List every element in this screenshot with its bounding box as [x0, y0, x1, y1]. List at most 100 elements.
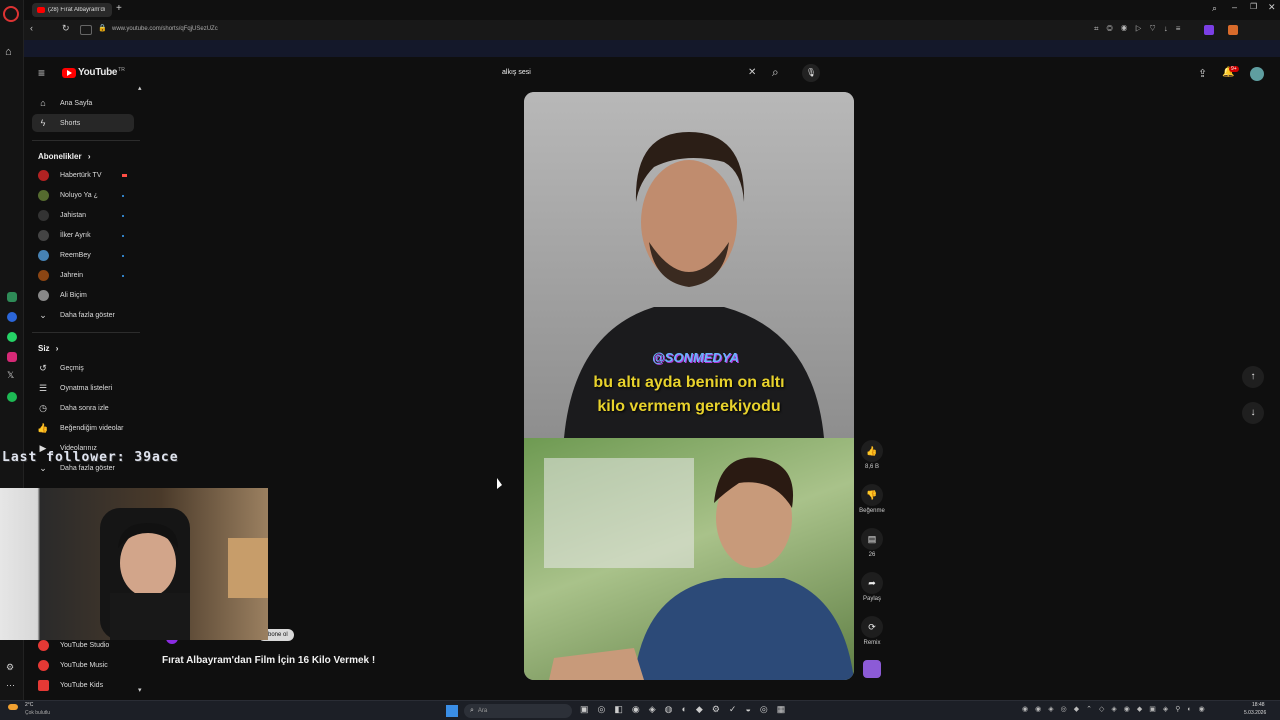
- sidebar-item-label: YouTube Studio: [60, 641, 110, 649]
- bookmarks-bar: [24, 40, 1280, 57]
- remix-icon[interactable]: ⟳: [861, 616, 883, 638]
- minimize-icon[interactable]: –: [1232, 2, 1237, 12]
- voice-search-button[interactable]: 🎙: [802, 64, 820, 82]
- sidebar-item-watch-later[interactable]: ◷ Daha sonra izle: [32, 399, 134, 417]
- tab-active[interactable]: (28) Fırat Albayram'dı: [32, 3, 112, 17]
- sidebar-item-home[interactable]: ⌂ Ana Sayfa: [32, 94, 134, 112]
- windows-taskbar: 2°C Çok bulutlu ⌕ Ara ▣◎◧◉◈◍◐◆⚙✓◒◎▦ ◉◉◈◎…: [0, 700, 1280, 720]
- back-icon[interactable]: ‹: [30, 23, 33, 33]
- scroll-down-arrow-icon[interactable]: ▾: [138, 686, 142, 694]
- sidebar-item-label: Daha fazla göster: [60, 311, 115, 319]
- channel-avatar: [38, 209, 49, 221]
- sidebar-app-instagram-icon[interactable]: [7, 352, 17, 362]
- sidebar-item-shorts[interactable]: ϟ Shorts: [32, 114, 134, 132]
- sidebar-item-kids[interactable]: YouTube Kids: [32, 676, 134, 694]
- remix-action[interactable]: ⟳ Remix: [858, 616, 886, 646]
- shorts-video-player[interactable]: @SONMEDYA bu altı ayda benim on altı kil…: [524, 92, 854, 680]
- sidebar-app-whatsapp-icon[interactable]: [7, 332, 17, 342]
- sidebar-item-sub[interactable]: Jahistan: [32, 206, 134, 224]
- search-box: alkış sesi ✕: [494, 62, 768, 84]
- security-badge[interactable]: [80, 25, 92, 35]
- url-text[interactable]: www.youtube.com/shorts/qFqjUSezUZc: [112, 26, 218, 32]
- sidebar-item-sub[interactable]: Habertürk TV: [32, 166, 134, 184]
- sidebar-item-sub[interactable]: Ali Biçim: [32, 286, 134, 304]
- sidebar-item-label: Daha sonra izle: [60, 404, 109, 412]
- next-short-button[interactable]: ↓: [1242, 402, 1264, 424]
- weather-text: Çok bulutlu: [25, 710, 51, 716]
- maximize-icon[interactable]: ❐: [1250, 2, 1257, 11]
- taskbar-search[interactable]: ⌕ Ara: [464, 704, 572, 718]
- channel-avatar: [38, 229, 49, 241]
- person-illustration-bottom: [544, 457, 854, 680]
- weather-icon[interactable]: [8, 704, 18, 710]
- tab-bar: (28) Fırat Albayram'dı + ⌕ – ❐ ✕: [24, 0, 1280, 20]
- upload-icon[interactable]: ⇪: [1198, 67, 1207, 80]
- sidebar-item-label: Habertürk TV: [60, 171, 102, 179]
- reload-icon[interactable]: ↻: [62, 23, 70, 34]
- remix-label: Remix: [863, 640, 881, 646]
- thumbs-up-icon[interactable]: 👍: [861, 440, 883, 462]
- previous-short-button[interactable]: ↑: [1242, 366, 1264, 388]
- dislike-action[interactable]: 👎 Beğenme: [858, 484, 886, 514]
- opera-logo[interactable]: [3, 6, 19, 22]
- sidebar-item-music[interactable]: YouTube Music: [32, 656, 134, 674]
- extension-icon[interactable]: [1204, 25, 1214, 35]
- avatar[interactable]: [1250, 67, 1264, 81]
- extension2-icon[interactable]: [1228, 25, 1238, 35]
- sidebar-item-label: Oynatma listeleri: [60, 384, 113, 392]
- search-icon[interactable]: ⌕: [772, 65, 779, 80]
- sidebar-item-label: Daha fazla göster: [60, 464, 115, 472]
- sidebar-more-icon[interactable]: ⋯: [6, 680, 15, 691]
- last-follower-overlay: Last follower: 39ace: [2, 450, 179, 465]
- sound-thumbnail[interactable]: [863, 660, 881, 678]
- video-title[interactable]: Fırat Albayram'dan Film İçin 16 Kilo Ver…: [162, 655, 375, 666]
- sidebar-item-playlists[interactable]: ☰ Oynatma listeleri: [32, 379, 134, 397]
- search-input[interactable]: alkış sesi: [502, 69, 531, 76]
- history-icon: ↺: [39, 362, 47, 373]
- channel-avatar: [38, 269, 49, 281]
- kids-icon: [38, 679, 49, 691]
- scroll-up-arrow-icon[interactable]: ▴: [138, 84, 142, 92]
- new-tab-button[interactable]: +: [116, 3, 122, 14]
- sidebar-app-x-icon[interactable]: 𝕏: [7, 370, 14, 381]
- system-tray[interactable]: ◉◉◈◎◆⌃◇◈◉◆▣◈⚲◐◉: [1022, 705, 1212, 713]
- divider: [32, 332, 140, 333]
- lock-icon: 🔒: [98, 25, 107, 32]
- close-window-icon[interactable]: ✕: [1268, 2, 1276, 13]
- sidebar-item-sub[interactable]: İlker Ayrık: [32, 226, 134, 244]
- sidebar-item-liked[interactable]: 👍 Beğendiğim videolar: [32, 419, 134, 437]
- clock-time: 18:48: [1252, 702, 1265, 708]
- taskbar-search-placeholder: Ara: [477, 708, 488, 714]
- channel-avatar: [38, 169, 49, 181]
- search-tabs-icon[interactable]: ⌕: [1212, 3, 1217, 14]
- sidebar-item-sub[interactable]: ReemBey: [32, 246, 134, 264]
- you-header[interactable]: Siz ›: [38, 344, 58, 353]
- watermark: @SONMEDYA: [652, 350, 739, 365]
- clear-search-icon[interactable]: ✕: [748, 67, 756, 78]
- share-action[interactable]: ➦ Paylaş: [858, 572, 886, 602]
- sidebar-item-sub[interactable]: Noluyo Ya ¿: [32, 186, 134, 204]
- home-icon[interactable]: ⌂: [5, 46, 12, 58]
- sidebar-settings-icon[interactable]: ⚙: [6, 662, 14, 673]
- taskbar-apps[interactable]: ▣◎◧◉◈◍◐◆⚙✓◒◎▦: [580, 704, 794, 715]
- address-bar: ‹ ↻ 🔒 www.youtube.com/shorts/qFqjUSezUZc…: [24, 20, 1280, 40]
- like-action[interactable]: 👍 8,6 B: [858, 440, 886, 470]
- share-icon[interactable]: ➦: [861, 572, 883, 594]
- sidebar-item-sub[interactable]: Jahrein: [32, 266, 134, 284]
- show-more-button[interactable]: ⌄ Daha fazla göster: [32, 306, 134, 324]
- chevron-right-icon: ›: [87, 152, 91, 161]
- sidebar-app-spotify-icon[interactable]: [7, 392, 17, 402]
- sidebar-app-chatgpt-icon[interactable]: [7, 292, 17, 302]
- shorts-icon: ϟ: [40, 118, 46, 128]
- thumbs-down-icon[interactable]: 👎: [861, 484, 883, 506]
- playlist-icon: ☰: [38, 382, 48, 393]
- sidebar-item-history[interactable]: ↺ Geçmiş: [32, 359, 134, 377]
- new-content-dot: [122, 195, 124, 197]
- start-button-icon[interactable]: [446, 705, 458, 717]
- sidebar-item-label: Beğendiğim videolar: [60, 424, 124, 432]
- sidebar-item-label: Jahistan: [60, 211, 87, 219]
- subscriptions-header[interactable]: Abonelikler ›: [38, 152, 90, 161]
- comments-action[interactable]: ▤ 26: [858, 528, 886, 558]
- sidebar-app-messenger-icon[interactable]: [7, 312, 17, 322]
- comment-icon[interactable]: ▤: [861, 528, 883, 550]
